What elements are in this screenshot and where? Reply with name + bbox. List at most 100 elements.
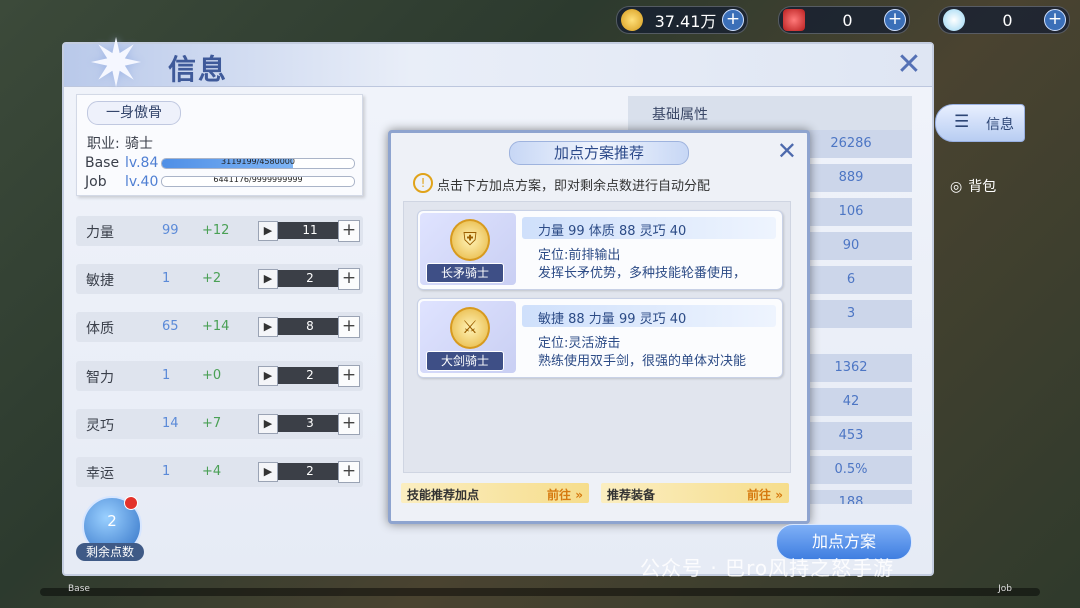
stat-name: 体质 <box>86 321 114 337</box>
stat-increase-button[interactable]: + <box>338 220 360 242</box>
stat-increase-button[interactable]: + <box>338 365 360 387</box>
add-diamonds-button[interactable]: + <box>1044 9 1066 31</box>
stat-bonus: +2 <box>202 271 222 286</box>
plan-desc: 熟练使用双手剑，很强的单体对决能 <box>538 354 747 369</box>
job-level: lv.40 <box>125 174 159 190</box>
stat-decrease-button[interactable]: ▶ <box>258 366 278 386</box>
modal-title: 加点方案推荐 <box>509 141 689 165</box>
character-nickname: 一身傲骨 <box>87 101 181 125</box>
plan-card-lance[interactable]: ⛨ 长矛骑士 力量 99 体质 88 灵巧 40 定位:前排输出 发挥长矛优势，… <box>417 210 783 290</box>
side-info-label: 信息 <box>986 117 1014 133</box>
diamond-counter: 0 + <box>938 6 1070 34</box>
plan-stats-header: 敏捷 88 力量 99 灵巧 40 <box>522 305 776 327</box>
add-coins-button[interactable]: + <box>722 9 744 31</box>
stat-name: 灵巧 <box>86 418 114 434</box>
bag-icon: ◎ <box>950 179 963 195</box>
plan-desc: 发挥长矛优势，多种技能轮番使用， <box>538 266 747 281</box>
stat-alloc: 2 <box>278 270 342 287</box>
stat-alloc: 11 <box>278 222 342 239</box>
coin-icon <box>621 9 643 31</box>
close-window-button[interactable]: ✕ <box>894 50 924 80</box>
stat-increase-button[interactable]: + <box>338 316 360 338</box>
stat-decrease-button[interactable]: ▶ <box>258 221 278 241</box>
coin-counter: 37.41万 + <box>616 6 748 34</box>
go-text: 前往 <box>747 488 772 502</box>
list-icon: ☰ <box>954 112 970 132</box>
stat-bonus: +12 <box>202 223 230 238</box>
modal-note: ! 点击下方加点方案，即对剩余点数进行自动分配 <box>413 173 711 194</box>
stat-decrease-button[interactable]: ▶ <box>258 317 278 337</box>
plan-icon-bg: ⛨ 长矛骑士 <box>420 213 516 285</box>
base-exp-text: 3119199/4580000 <box>221 158 295 166</box>
stat-row: 灵巧 14 +7 ▶ 3 + <box>76 409 363 439</box>
close-modal-button[interactable]: ✕ <box>777 137 797 165</box>
diamond-value: 0 <box>1002 10 1013 30</box>
window-title: 信息 <box>168 53 229 86</box>
plan-recommend-modal: 加点方案推荐 ✕ ! 点击下方加点方案，即对剩余点数进行自动分配 ⛨ 长矛骑士 … <box>388 130 810 524</box>
sword-icon: ⚔ <box>450 307 490 349</box>
notification-dot <box>124 496 138 510</box>
job-value: 骑士 <box>125 136 153 152</box>
plan-stats: 敏捷 88 力量 99 灵巧 40 <box>538 312 687 327</box>
stat-alloc: 8 <box>278 318 342 335</box>
side-info-tab[interactable]: ☰ 信息 <box>935 104 1025 142</box>
stat-alloc: 3 <box>278 415 342 432</box>
exp-bottom-bar: Base Job <box>40 584 1040 596</box>
stat-bonus: +4 <box>202 464 222 479</box>
diamond-icon <box>943 9 965 31</box>
plan-position: 定位:前排输出 <box>538 248 621 263</box>
equipment-recommend-go: 前往 » <box>747 488 783 502</box>
stat-name: 力量 <box>86 225 114 241</box>
remaining-points-label: 剩余点数 <box>76 543 144 561</box>
stat-base: 65 <box>162 319 179 334</box>
add-gems-button[interactable]: + <box>884 9 906 31</box>
gem-value: 0 <box>842 10 853 30</box>
stat-bonus: +7 <box>202 416 222 431</box>
stat-row: 智力 1 +0 ▶ 2 + <box>76 361 363 391</box>
stat-alloc: 2 <box>278 367 342 384</box>
plan-icon-bg: ⚔ 大剑骑士 <box>420 301 516 373</box>
job-label: 职业: <box>87 136 120 152</box>
gem-counter: 0 + <box>778 6 910 34</box>
job-exp-bar: 6441176/9999999999 <box>161 176 355 187</box>
stat-decrease-button[interactable]: ▶ <box>258 414 278 434</box>
base-label: Base <box>85 155 120 171</box>
shield-icon: ⛨ <box>450 219 490 261</box>
stat-base: 1 <box>162 464 171 479</box>
plan-position: 定位:灵活游击 <box>538 336 621 351</box>
warning-icon: ! <box>413 173 433 193</box>
base-level: lv.84 <box>125 155 159 171</box>
red-gem-icon <box>783 9 805 31</box>
equipment-recommend-link[interactable]: 推荐装备 前往 » <box>601 483 789 503</box>
stat-name: 幸运 <box>86 466 114 482</box>
plan-role: 长矛骑士 <box>426 263 504 283</box>
basic-attr-header: 基础属性 <box>628 96 912 130</box>
compass-star-icon: ✷ <box>88 25 144 102</box>
plan-stats: 力量 99 体质 88 灵巧 40 <box>538 224 687 239</box>
job-exp-label: Job <box>85 174 107 190</box>
stat-decrease-button[interactable]: ▶ <box>258 462 278 482</box>
skill-recommend-link[interactable]: 技能推荐加点 前往 » <box>401 483 589 503</box>
stat-base: 14 <box>162 416 179 431</box>
bottom-job-label: Job <box>998 584 1012 594</box>
stat-bonus: +0 <box>202 368 222 383</box>
watermark: 公众号 · 巴ro风持之怒手游 <box>640 556 895 580</box>
stat-row: 力量 99 +12 ▶ 11 + <box>76 216 363 246</box>
plan-stats-header: 力量 99 体质 88 灵巧 40 <box>522 217 776 239</box>
stat-increase-button[interactable]: + <box>338 413 360 435</box>
go-text: 前往 <box>547 488 572 502</box>
skill-recommend-go: 前往 » <box>547 488 583 502</box>
remaining-points-value: 2 <box>107 512 117 530</box>
side-bag-label: 背包 <box>968 179 997 195</box>
plan-role: 大剑骑士 <box>426 351 504 371</box>
stat-decrease-button[interactable]: ▶ <box>258 269 278 289</box>
basic-attr-title: 基础属性 <box>652 107 708 123</box>
stat-increase-button[interactable]: + <box>338 268 360 290</box>
stat-increase-button[interactable]: + <box>338 461 360 483</box>
stat-base: 1 <box>162 271 171 286</box>
plan-card-greatsword[interactable]: ⚔ 大剑骑士 敏捷 88 力量 99 灵巧 40 定位:灵活游击 熟练使用双手剑… <box>417 298 783 378</box>
stat-row: 敏捷 1 +2 ▶ 2 + <box>76 264 363 294</box>
plan-list: ⛨ 长矛骑士 力量 99 体质 88 灵巧 40 定位:前排输出 发挥长矛优势，… <box>403 201 791 473</box>
side-bag-tab[interactable]: ◎ 背包 <box>950 176 996 196</box>
modal-note-text: 点击下方加点方案，即对剩余点数进行自动分配 <box>437 179 711 194</box>
